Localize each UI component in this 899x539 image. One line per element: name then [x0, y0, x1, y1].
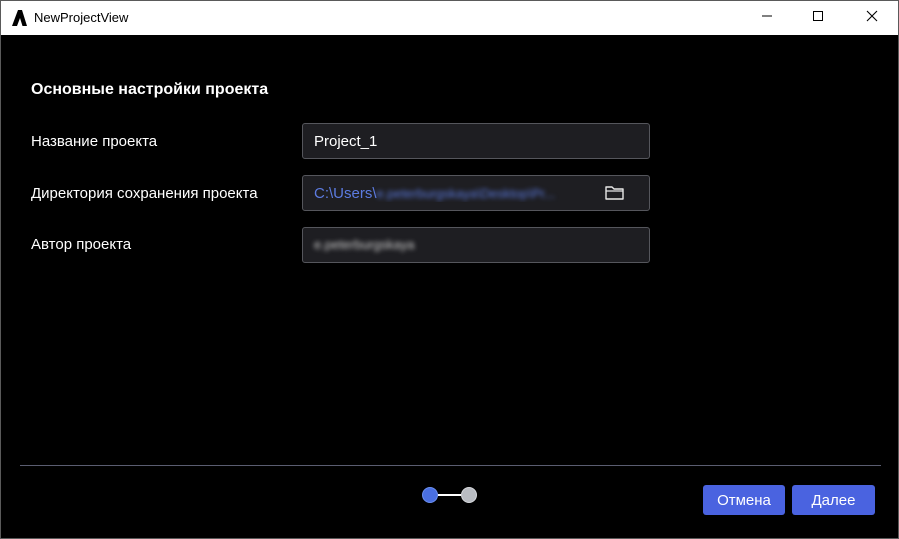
minimize-button[interactable]	[744, 1, 790, 35]
stepper-step-1-active	[422, 487, 438, 503]
stepper-step-2	[461, 487, 477, 503]
project-name-label: Название проекта	[31, 133, 158, 150]
directory-path-prefix: C:\Users\	[314, 185, 377, 202]
project-directory-value: C:\Users\e.peterburgskaya\Desktop\Pr...	[314, 185, 599, 202]
directory-path-obscured: e.peterburgskaya\Desktop\Pr...	[376, 186, 555, 201]
content-area: Основные настройки проекта Название прое…	[1, 35, 898, 538]
cancel-button[interactable]: Отмена	[703, 485, 785, 515]
project-directory-label: Директория сохранения проекта	[31, 185, 258, 202]
new-project-window: NewProjectView Основные настройки проект…	[0, 0, 899, 539]
project-directory-input[interactable]: C:\Users\e.peterburgskaya\Desktop\Pr...	[302, 175, 650, 211]
stepper-connector	[438, 494, 461, 496]
next-button[interactable]: Далее	[792, 485, 875, 515]
project-author-label: Автор проекта	[31, 236, 132, 253]
maximize-button[interactable]	[795, 1, 841, 35]
project-author-value: e.peterburgskaya	[314, 237, 415, 252]
footer-divider	[20, 465, 881, 466]
maximize-icon	[812, 9, 824, 27]
title-bar: NewProjectView	[1, 1, 898, 35]
project-name-input[interactable]: Project_1	[302, 123, 650, 159]
close-icon	[866, 9, 878, 27]
close-button[interactable]	[849, 1, 895, 35]
project-name-value: Project_1	[314, 133, 378, 150]
project-author-input[interactable]: e.peterburgskaya	[302, 227, 650, 263]
section-title: Основные настройки проекта	[31, 81, 269, 98]
window-title: NewProjectView	[34, 10, 129, 25]
app-logo-icon	[10, 9, 28, 27]
minimize-icon	[761, 9, 773, 27]
folder-icon[interactable]	[604, 184, 626, 202]
